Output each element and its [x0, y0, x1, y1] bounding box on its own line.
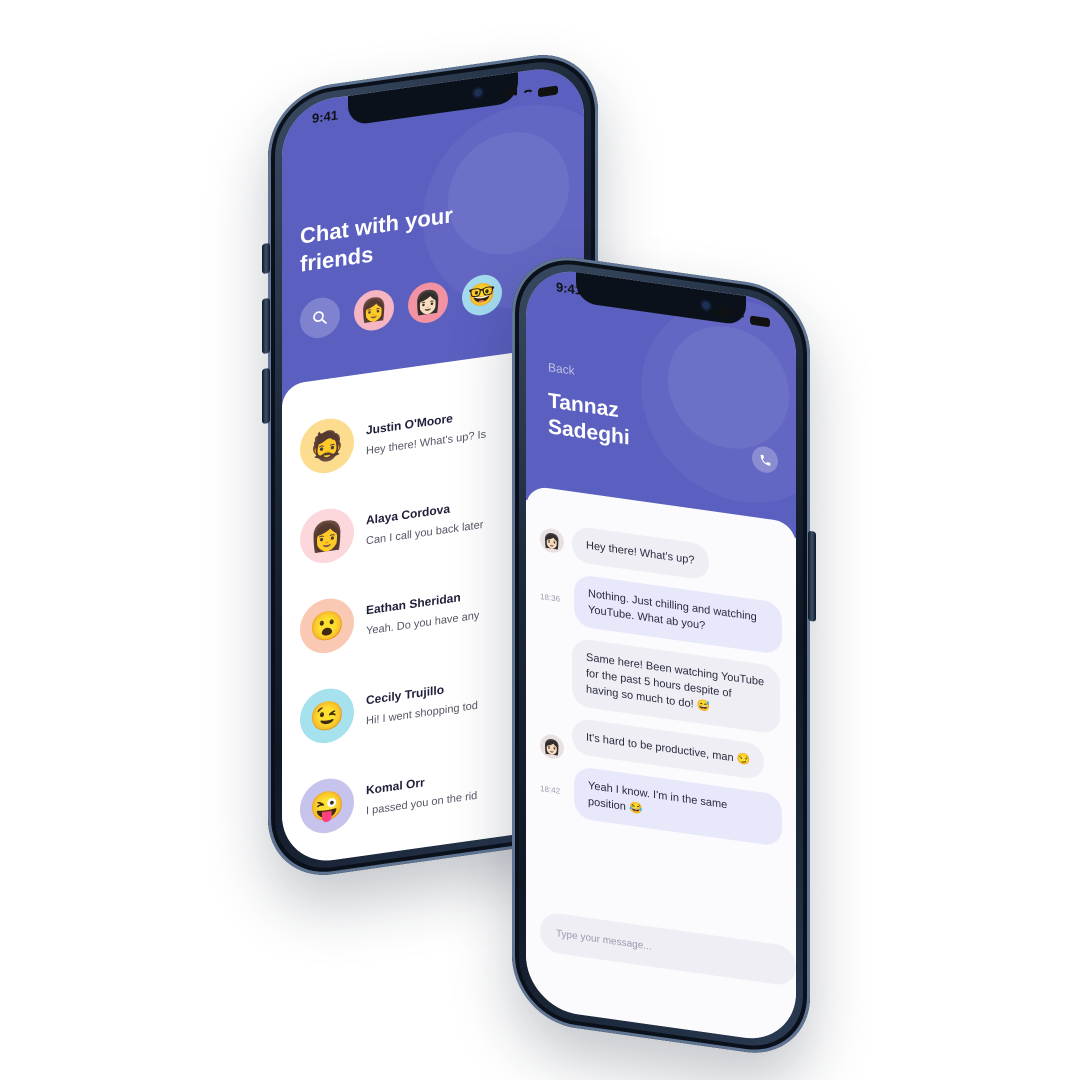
wifi-icon [734, 313, 746, 324]
avatar: 😜 [300, 775, 354, 837]
phone-icon [760, 454, 770, 466]
message-time: 18:42 [540, 783, 561, 796]
avatar-icon: 😉 [309, 697, 345, 734]
avatar-icon: 😜 [309, 787, 345, 824]
avatar-icon: 😮 [309, 607, 345, 644]
wifi-icon [522, 88, 534, 100]
story-avatar[interactable]: 🤓 [462, 272, 502, 318]
call-button[interactable] [752, 444, 778, 475]
story-avatar[interactable]: 👩 [354, 287, 394, 334]
conversation-screen: 9:41 Back Tannaz Sadeghi 👩🏻 Hey there! W… [526, 265, 796, 1045]
memoji-glasses-icon: 🤓 [468, 280, 496, 310]
volume-down-button [262, 367, 270, 425]
page-title: Chat with your friends [300, 202, 453, 277]
camera-icon [474, 88, 482, 98]
phone-conversation: 9:41 Back Tannaz Sadeghi 👩🏻 Hey there! W… [512, 249, 816, 1061]
volume-up-button [262, 297, 270, 355]
message-bubble: Hey there! What's up? [572, 525, 709, 581]
story-avatar[interactable]: 👩🏻 [408, 279, 448, 326]
memoji-girl-icon: 👩 [360, 295, 388, 325]
camera-icon [702, 300, 710, 310]
power-button [808, 530, 816, 622]
signal-icon [502, 82, 518, 102]
message-time: 18:36 [540, 591, 561, 604]
message-input[interactable]: Type your message... [540, 910, 796, 987]
contact-name: Tannaz Sadeghi [548, 389, 630, 450]
search-button[interactable] [300, 295, 340, 341]
search-icon [313, 311, 327, 324]
avatar: 😮 [300, 595, 354, 657]
message-bubble: Same here! Been watching YouTube for the… [572, 637, 780, 735]
message-thread: 👩🏻 Hey there! What's up? 18:36 Nothing. … [526, 485, 796, 1045]
avatar: 👩🏻 [540, 732, 564, 761]
avatar-icon: 🧔 [309, 427, 345, 464]
memoji-black-hair-icon: 👩🏻 [414, 287, 442, 317]
signal-icon [714, 301, 730, 321]
avatar: 👩🏻 [540, 526, 564, 555]
avatar-icon: 👩 [309, 517, 345, 554]
memoji-icon: 👩🏻 [543, 737, 561, 756]
avatar: 👩 [300, 505, 354, 567]
memoji-icon: 👩🏻 [543, 531, 561, 550]
mute-switch [262, 242, 270, 275]
avatar: 😉 [300, 685, 354, 747]
avatar: 🧔 [300, 415, 354, 477]
